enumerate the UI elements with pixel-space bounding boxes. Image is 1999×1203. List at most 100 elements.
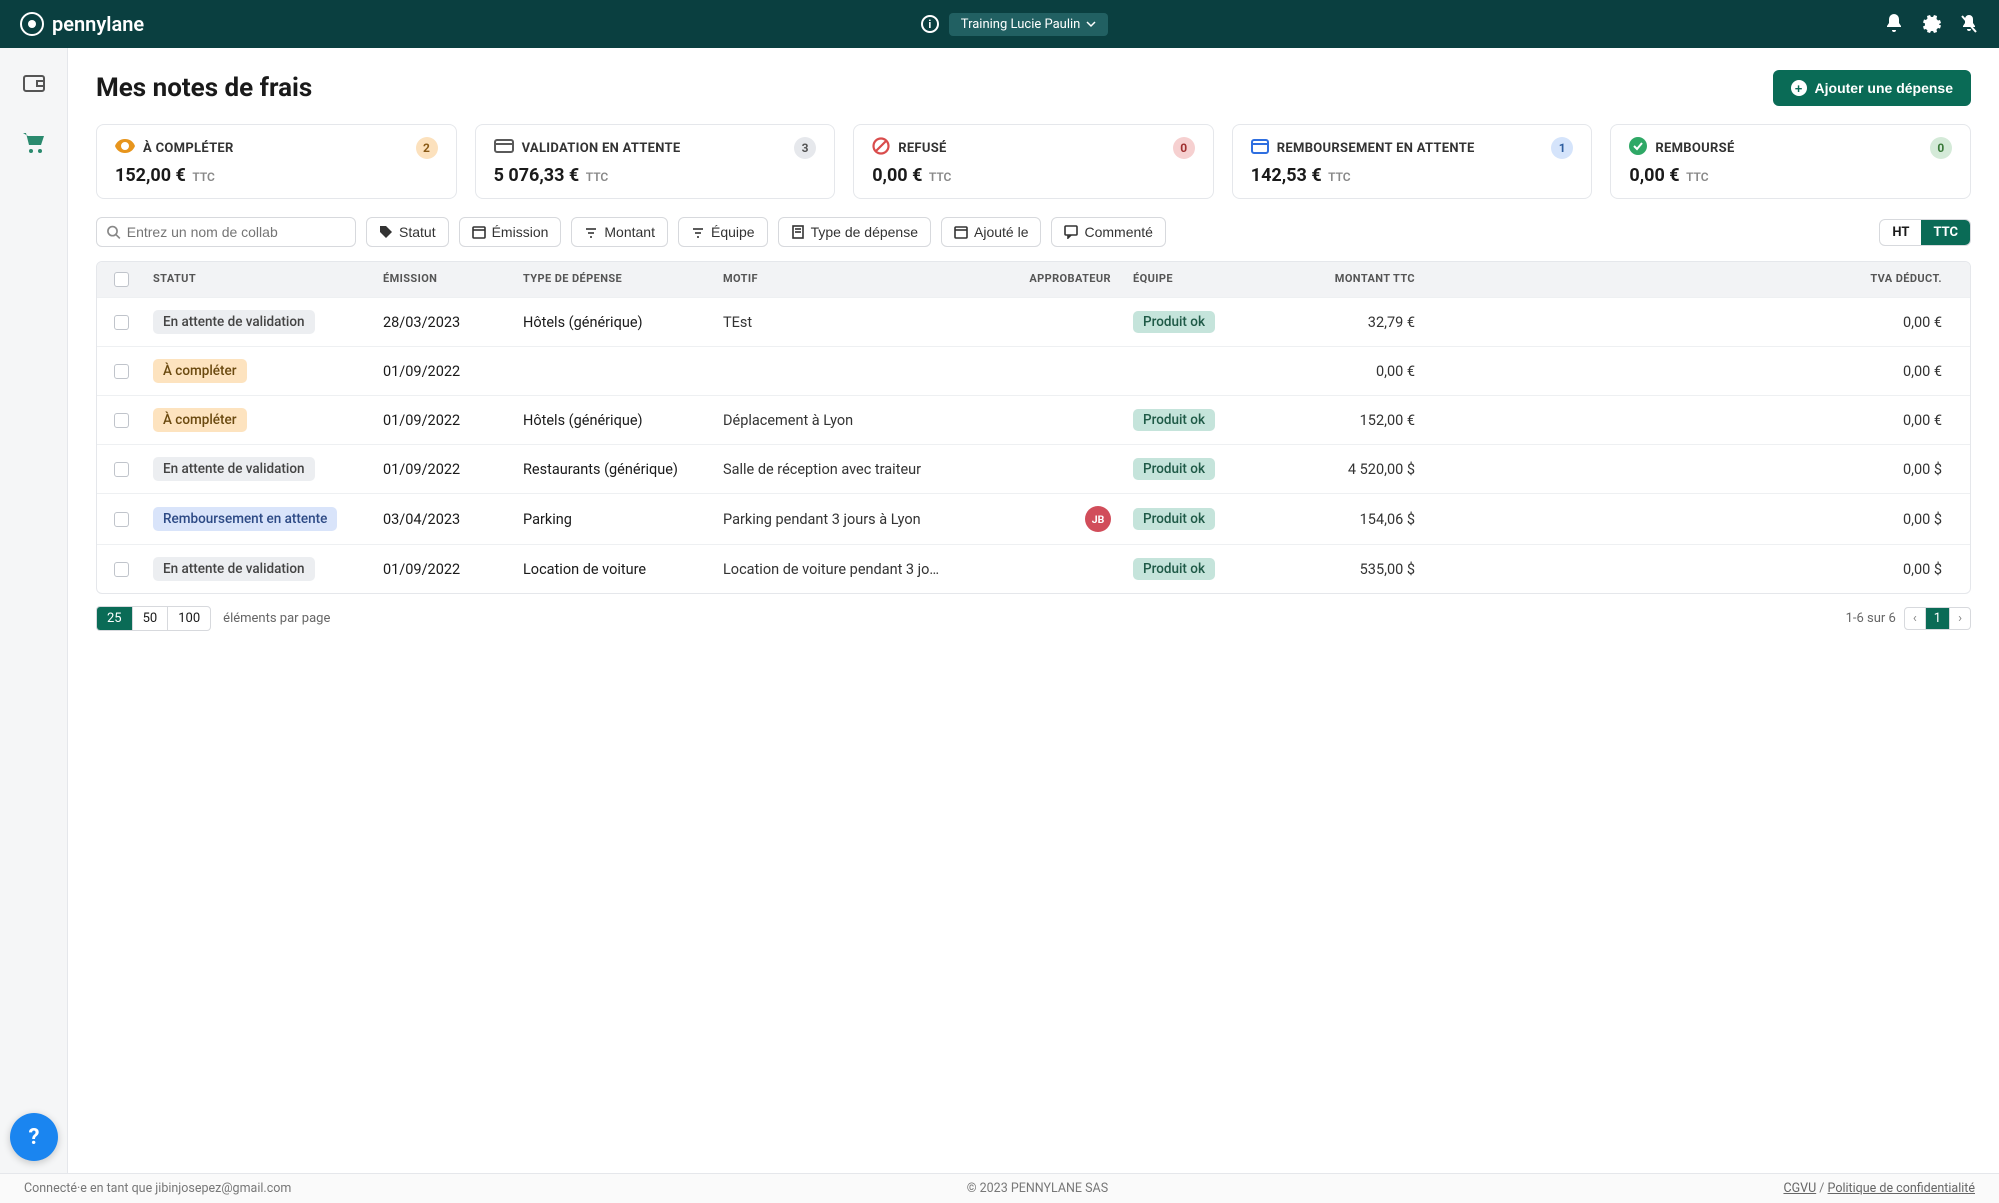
pagination-next[interactable]: › <box>1950 608 1970 629</box>
th-type[interactable]: TYPE DE DÉPENSE <box>515 272 715 287</box>
sliders-icon <box>691 225 705 239</box>
page-title: Mes notes de frais <box>96 73 312 103</box>
plus-circle-icon: + <box>1791 80 1807 96</box>
info-icon[interactable]: i <box>921 15 939 33</box>
card-count-badge: 1 <box>1551 137 1573 159</box>
th-approbateur[interactable]: APPROBATEUR <box>995 272 1125 287</box>
th-montant[interactable]: MONTANT TTC <box>1255 272 1435 287</box>
th-tva[interactable]: TVA DÉDUCT. <box>1435 272 1970 287</box>
row-checkbox[interactable] <box>114 413 129 428</box>
cell-team: Produit ok <box>1125 508 1255 530</box>
team-pill: Produit ok <box>1133 558 1215 580</box>
cell-type: Hôtels (générique) <box>515 412 715 429</box>
page-size-option[interactable]: 25 <box>97 607 133 630</box>
calendar-icon <box>954 225 968 239</box>
table-row[interactable]: En attente de validation01/09/2022Restau… <box>97 444 1970 493</box>
summary-card[interactable]: REMBOURSEMENT EN ATTENTE1142,53 € TTC <box>1232 124 1593 199</box>
row-checkbox[interactable] <box>114 512 129 527</box>
summary-card[interactable]: À COMPLÉTER2152,00 € TTC <box>96 124 457 199</box>
th-motif[interactable]: MOTIF <box>715 272 995 287</box>
cell-montant: 152,00 € <box>1255 412 1435 429</box>
receipt-icon <box>791 225 805 239</box>
team-pill: Produit ok <box>1133 508 1215 530</box>
sliders-icon <box>584 225 598 239</box>
mute-bell-icon[interactable] <box>1959 14 1979 34</box>
cell-tva: 0,00 € <box>1435 314 1970 331</box>
table-row[interactable]: Remboursement en attente03/04/2023Parkin… <box>97 493 1970 544</box>
th-equipe[interactable]: ÉQUIPE <box>1125 272 1255 287</box>
cell-montant: 154,06 $ <box>1255 511 1435 528</box>
select-all-checkbox[interactable] <box>114 272 129 287</box>
sidebar-item-cart[interactable] <box>21 130 47 156</box>
cell-team: Produit ok <box>1125 458 1255 480</box>
card-icon <box>1629 137 1647 159</box>
table-row[interactable]: En attente de validation01/09/2022Locati… <box>97 544 1970 593</box>
filter-emission[interactable]: Émission <box>459 217 562 247</box>
summary-card[interactable]: VALIDATION EN ATTENTE35 076,33 € TTC <box>475 124 836 199</box>
filter-montant[interactable]: Montant <box>571 217 668 247</box>
table-row[interactable]: À compléter01/09/20220,00 €0,00 € <box>97 346 1970 395</box>
card-amount: 0,00 € TTC <box>1629 165 1952 186</box>
expenses-table: STATUT ÉMISSION TYPE DE DÉPENSE MOTIF AP… <box>96 261 1971 594</box>
brand-logo[interactable]: pennylane <box>20 12 144 36</box>
table-row[interactable]: En attente de validation28/03/2023Hôtels… <box>97 297 1970 346</box>
search-input[interactable] <box>127 224 345 240</box>
approver-avatar: JB <box>1085 506 1111 532</box>
row-checkbox[interactable] <box>114 315 129 330</box>
filter-type[interactable]: Type de dépense <box>778 217 931 247</box>
status-pill: À compléter <box>153 408 247 432</box>
search-input-wrapper[interactable] <box>96 217 356 247</box>
add-expense-label: Ajouter une dépense <box>1815 80 1953 96</box>
filter-commente[interactable]: Commenté <box>1051 217 1165 247</box>
org-switcher[interactable]: Training Lucie Paulin <box>949 13 1109 36</box>
gear-icon[interactable] <box>1921 14 1941 34</box>
cell-emission: 01/09/2022 <box>375 561 515 578</box>
team-pill: Produit ok <box>1133 409 1215 431</box>
table-row[interactable]: À compléter01/09/2022Hôtels (générique)D… <box>97 395 1970 444</box>
filter-ajoute[interactable]: Ajouté le <box>941 217 1041 247</box>
cell-tva: 0,00 € <box>1435 363 1970 380</box>
page-size-option[interactable]: 50 <box>133 607 169 630</box>
status-pill: Remboursement en attente <box>153 507 337 531</box>
summary-card[interactable]: REFUSÉ00,00 € TTC <box>853 124 1214 199</box>
cell-tva: 0,00 € <box>1435 412 1970 429</box>
footer-privacy-link[interactable]: Politique de confidentialité <box>1828 1181 1975 1196</box>
pagination-page-1[interactable]: 1 <box>1926 608 1950 629</box>
card-icon <box>494 139 514 157</box>
card-amount: 142,53 € TTC <box>1251 165 1574 186</box>
th-emission[interactable]: ÉMISSION <box>375 272 515 287</box>
footer-cgvu-link[interactable]: CGVU <box>1783 1181 1816 1196</box>
org-name: Training Lucie Paulin <box>961 17 1081 32</box>
ht-ttc-toggle[interactable]: HT TTC <box>1879 219 1971 246</box>
page-size-selector[interactable]: 2550100 <box>96 606 211 631</box>
team-pill: Produit ok <box>1133 311 1215 333</box>
card-count-badge: 2 <box>416 137 438 159</box>
help-fab[interactable]: ? <box>10 1113 58 1161</box>
pagination-prev[interactable]: ‹ <box>1905 608 1926 629</box>
filter-statut[interactable]: Statut <box>366 217 449 247</box>
filter-equipe[interactable]: Équipe <box>678 217 768 247</box>
status-pill: À compléter <box>153 359 247 383</box>
calendar-icon <box>472 225 486 239</box>
toggle-ht[interactable]: HT <box>1880 220 1921 245</box>
row-checkbox[interactable] <box>114 364 129 379</box>
summary-card[interactable]: REMBOURSÉ00,00 € TTC <box>1610 124 1971 199</box>
cell-montant: 535,00 $ <box>1255 561 1435 578</box>
row-checkbox[interactable] <box>114 462 129 477</box>
page-size-label: éléments par page <box>223 611 330 626</box>
cell-team: Produit ok <box>1125 409 1255 431</box>
sidebar-item-wallet[interactable] <box>21 70 47 96</box>
footer: Connecté·e en tant que jibinjosepez@gmai… <box>0 1173 1999 1203</box>
add-expense-button[interactable]: + Ajouter une dépense <box>1773 70 1971 106</box>
card-icon <box>115 139 135 157</box>
row-checkbox[interactable] <box>114 562 129 577</box>
card-count-badge: 0 <box>1173 137 1195 159</box>
brand-mark-icon <box>20 12 44 36</box>
page-size-option[interactable]: 100 <box>168 607 210 630</box>
cell-tva: 0,00 $ <box>1435 461 1970 478</box>
wallet-icon <box>22 72 46 94</box>
cell-type: Hôtels (générique) <box>515 314 715 331</box>
bell-icon[interactable] <box>1885 14 1903 34</box>
toggle-ttc[interactable]: TTC <box>1921 220 1970 245</box>
th-statut[interactable]: STATUT <box>145 272 375 287</box>
